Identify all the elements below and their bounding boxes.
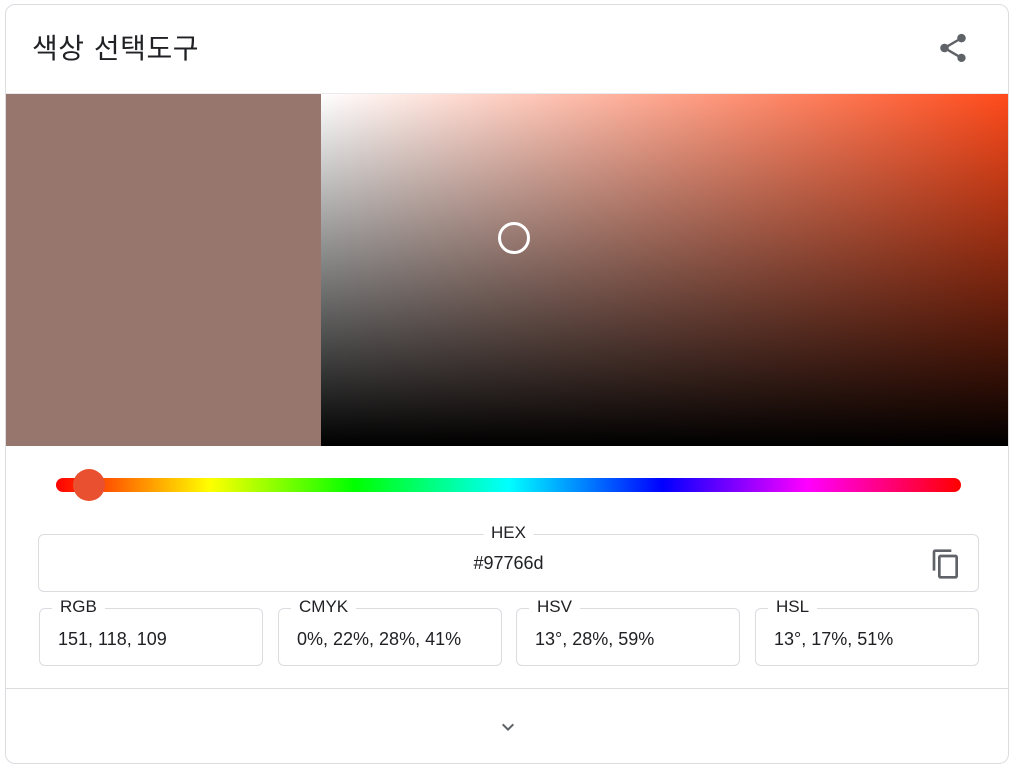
rgb-value[interactable]: 151, 118, 109 — [58, 629, 167, 650]
color-picker-title: 색상 선택도구 — [32, 32, 199, 65]
hex-field[interactable]: HEX #97766d — [38, 523, 979, 592]
cmyk-field[interactable]: CMYK 0%, 22%, 28%, 41% — [278, 597, 502, 666]
selected-color-swatch — [6, 94, 321, 446]
copy-icon[interactable] — [930, 547, 962, 581]
hue-slider-track[interactable] — [56, 478, 961, 492]
hex-label: HEX — [483, 523, 534, 543]
picker-area — [6, 93, 1008, 446]
hex-value[interactable]: #97766d — [39, 553, 978, 574]
cmyk-value[interactable]: 0%, 22%, 28%, 41% — [297, 629, 461, 650]
share-icon[interactable] — [936, 31, 970, 65]
hsv-field[interactable]: HSV 13°, 28%, 59% — [516, 597, 740, 666]
divider — [6, 688, 1008, 689]
chevron-down-icon[interactable] — [493, 715, 523, 739]
saturation-value-handle[interactable] — [497, 222, 530, 255]
saturation-value-box[interactable] — [321, 94, 1008, 446]
hue-slider-handle[interactable] — [72, 469, 105, 501]
hsl-value[interactable]: 13°, 17%, 51% — [774, 629, 893, 650]
rgb-field[interactable]: RGB 151, 118, 109 — [39, 597, 263, 666]
hsv-label: HSV — [529, 597, 580, 617]
hsl-field[interactable]: HSL 13°, 17%, 51% — [755, 597, 979, 666]
rgb-label: RGB — [52, 597, 105, 617]
cmyk-label: CMYK — [291, 597, 357, 617]
color-picker-card: 색상 선택도구 HEX #97766d RGB 151, 118, 109 CM… — [5, 4, 1009, 764]
hsv-value[interactable]: 13°, 28%, 59% — [535, 629, 654, 650]
hsl-label: HSL — [768, 597, 818, 617]
